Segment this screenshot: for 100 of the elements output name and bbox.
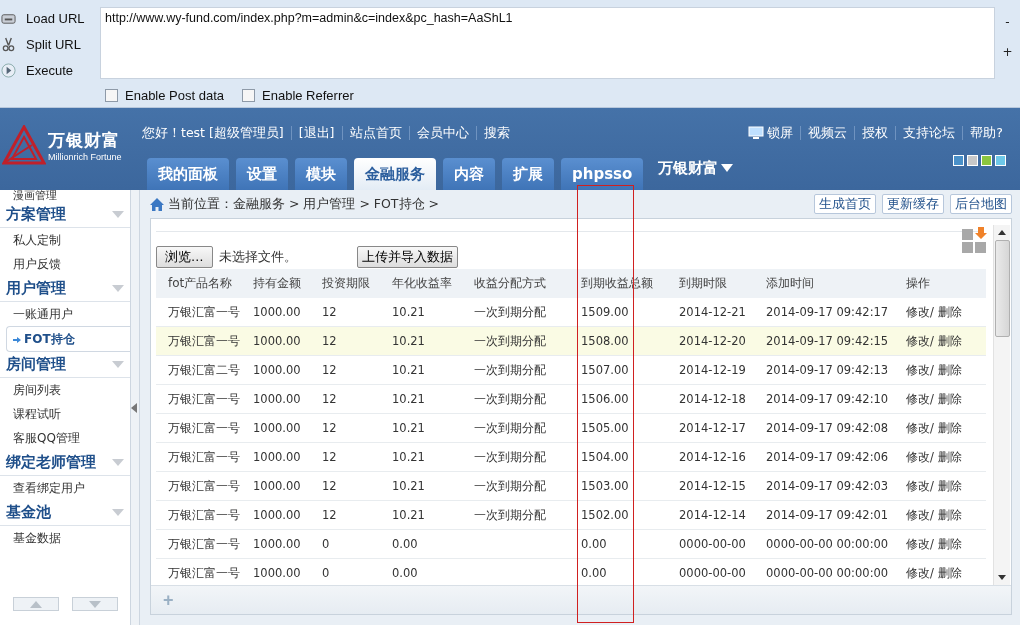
collapse-arrow-icon[interactable] [131, 402, 137, 413]
nav-tab[interactable]: 内容 [443, 158, 495, 190]
edit-link[interactable]: 修改/ [906, 333, 934, 348]
edit-link[interactable]: 修改/ [906, 420, 934, 435]
theme-swatch[interactable] [995, 155, 1006, 166]
theme-swatch[interactable] [967, 155, 978, 166]
header-link[interactable]: 视频云 [800, 126, 855, 140]
theme-swatch[interactable] [953, 155, 964, 166]
delete-link[interactable]: 删除 [937, 478, 962, 493]
delete-link[interactable]: 删除 [937, 449, 962, 464]
edit-link[interactable]: 修改/ [906, 449, 934, 464]
header-link[interactable]: 站点首页 [341, 126, 409, 140]
page-action-button[interactable]: 后台地图 [950, 194, 1012, 214]
sidebar-item[interactable]: 查看绑定用户 [0, 476, 130, 500]
header-link[interactable]: 支持论坛 [895, 126, 963, 140]
resize-control[interactable]: - [1005, 15, 1010, 29]
edit-link[interactable]: 修改/ [906, 304, 934, 319]
breadcrumb: 当前位置：金融服务 > 用户管理 > FOT持仓 > [168, 195, 439, 213]
delete-link[interactable]: 删除 [937, 362, 962, 377]
browse-button[interactable]: 浏览… [156, 246, 213, 268]
header-link[interactable]: 授权 [854, 126, 896, 140]
nav-tab[interactable]: 扩展 [502, 158, 554, 190]
hackbar-button[interactable]: Execute [0, 58, 100, 82]
sidebar-item[interactable]: 课程试听 [0, 402, 130, 426]
sidebar-item[interactable]: FOT持仓 [6, 326, 130, 352]
url-field[interactable]: http://www.wy-fund.com/index.php?m=admin&c=index&pc_hash=AaShL1 [100, 7, 995, 79]
sidebar-item[interactable]: 漫画管理 [0, 190, 130, 202]
table-cell: 2014-12-16 [679, 450, 746, 464]
scrollbar-thumb[interactable] [994, 240, 1010, 337]
header-link[interactable]: 锁屏 [764, 126, 801, 140]
menu-group-header[interactable]: 房间管理 [0, 352, 130, 378]
delete-link[interactable]: 删除 [937, 420, 962, 435]
nav-tab[interactable]: 金融服务 [354, 158, 436, 190]
scroll-down-arrow-icon[interactable] [998, 575, 1006, 580]
table-cell: 1507.00 [581, 363, 629, 377]
sidebar-item[interactable]: 客服QQ管理 [0, 426, 130, 450]
edit-link[interactable]: 修改/ [906, 536, 934, 551]
scroll-up-button[interactable] [12, 597, 59, 611]
header-link[interactable]: 搜索 [475, 126, 517, 140]
header-link[interactable]: 帮助? [962, 126, 1010, 140]
table-cell: 一次到期分配 [474, 420, 546, 435]
header-link[interactable]: 会员中心 [408, 126, 476, 140]
nav-tab[interactable]: 设置 [236, 158, 288, 190]
delete-link[interactable]: 删除 [937, 304, 962, 319]
delete-link[interactable]: 删除 [937, 507, 962, 522]
table-cell: 1502.00 [581, 508, 629, 522]
table-cell: 1000.00 [253, 566, 301, 580]
table-cell: 1000.00 [253, 479, 301, 493]
menu-group-header[interactable]: 用户管理 [0, 276, 130, 302]
sidebar-item[interactable]: 房间列表 [0, 378, 130, 402]
scrollbar[interactable] [993, 225, 1010, 585]
hackbar-button[interactable]: Load URL [0, 6, 100, 30]
resize-control[interactable]: + [1002, 45, 1013, 59]
table-cell: 10.21 [392, 421, 425, 435]
theme-swatch[interactable] [981, 155, 992, 166]
edit-link[interactable]: 修改/ [906, 478, 934, 493]
table-cell: 1503.00 [581, 479, 629, 493]
checkbox[interactable] [105, 89, 118, 102]
layout-grid-icon[interactable] [962, 227, 988, 253]
caret-icon [112, 459, 124, 466]
delete-link[interactable]: 删除 [937, 536, 962, 551]
edit-link[interactable]: 修改/ [906, 391, 934, 406]
table-cell: 1000.00 [253, 392, 301, 406]
site-menu[interactable]: 万银财富 [650, 152, 734, 184]
page-action-button[interactable]: 更新缓存 [882, 194, 944, 214]
delete-link[interactable]: 删除 [937, 333, 962, 348]
table-cell: 万银汇富一号 [168, 420, 240, 435]
column-header: 添加时间 [766, 269, 906, 298]
sidebar-item[interactable]: 基金数据 [0, 526, 130, 550]
nav-tab[interactable]: 模块 [295, 158, 347, 190]
delete-link[interactable]: 删除 [937, 391, 962, 406]
upload-button[interactable]: 上传并导入数据 [356, 246, 458, 268]
table-cell: 1000.00 [253, 537, 301, 551]
triangle-logo-icon [2, 125, 46, 165]
edit-link[interactable]: 修改/ [906, 565, 934, 580]
checkbox[interactable] [242, 89, 256, 102]
scroll-down-button[interactable] [71, 597, 118, 611]
nav-tab[interactable]: phpsso [561, 158, 644, 190]
sidebar-item[interactable]: 私人定制 [0, 228, 130, 252]
hackbar-button[interactable]: Split URL [0, 32, 100, 56]
edit-link[interactable]: 修改/ [906, 507, 934, 522]
menu-group-header[interactable]: 基金池 [0, 500, 130, 526]
menu-group-header[interactable]: 绑定老师管理 [0, 450, 130, 476]
table-cell: 0000-00-00 00:00:00 [766, 537, 889, 551]
edit-link[interactable]: 修改/ [906, 362, 934, 377]
table-cell: 10.21 [392, 392, 425, 406]
table-cell: 12 [322, 305, 337, 319]
sidebar-item[interactable]: 用户反馈 [0, 252, 130, 276]
column-header: 操作 [906, 269, 986, 298]
header-link[interactable]: [退出] [290, 126, 342, 140]
table-cell: 一次到期分配 [474, 304, 546, 319]
table-cell: 0000-00-00 [679, 566, 746, 580]
page-action-button[interactable]: 生成首页 [814, 194, 876, 214]
option-label: Enable Referrer [262, 88, 354, 103]
nav-tab[interactable]: 我的面板 [147, 158, 229, 190]
sidebar-item[interactable]: 一账通用户 [0, 302, 130, 326]
delete-link[interactable]: 删除 [937, 565, 962, 580]
menu-group-header[interactable]: 方案管理 [0, 202, 130, 228]
scroll-up-arrow-icon[interactable] [998, 230, 1006, 235]
table-cell: 2014-12-19 [679, 363, 746, 377]
